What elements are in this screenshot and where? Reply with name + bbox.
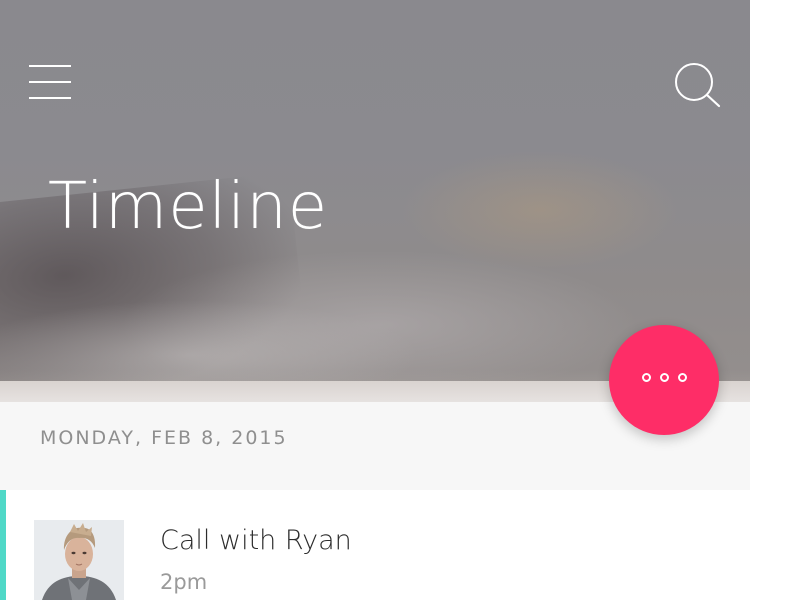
avatar-portrait [34, 520, 124, 600]
timeline-event-item[interactable] [0, 490, 750, 600]
menu-line [29, 97, 71, 99]
event-time: 2pm [160, 570, 208, 594]
menu-line [29, 81, 71, 83]
search-icon-graphic [675, 63, 721, 108]
event-title: Call with Ryan [160, 525, 352, 556]
more-options-icon [678, 373, 687, 382]
search-icon[interactable] [672, 60, 724, 108]
menu-line [29, 65, 71, 67]
hamburger-menu-icon[interactable] [29, 64, 71, 102]
date-heading: MONDAY, FEB 8, 2015 [40, 427, 288, 449]
more-options-icon [642, 373, 651, 382]
more-options-button[interactable] [609, 325, 719, 435]
timeline-screen: Timeline MONDAY, FEB 8, 2015 Call with R… [0, 0, 750, 600]
avatar [34, 520, 124, 600]
page-title: Timeline [48, 170, 329, 244]
more-options-icon [660, 373, 669, 382]
event-accent-bar [0, 490, 6, 600]
